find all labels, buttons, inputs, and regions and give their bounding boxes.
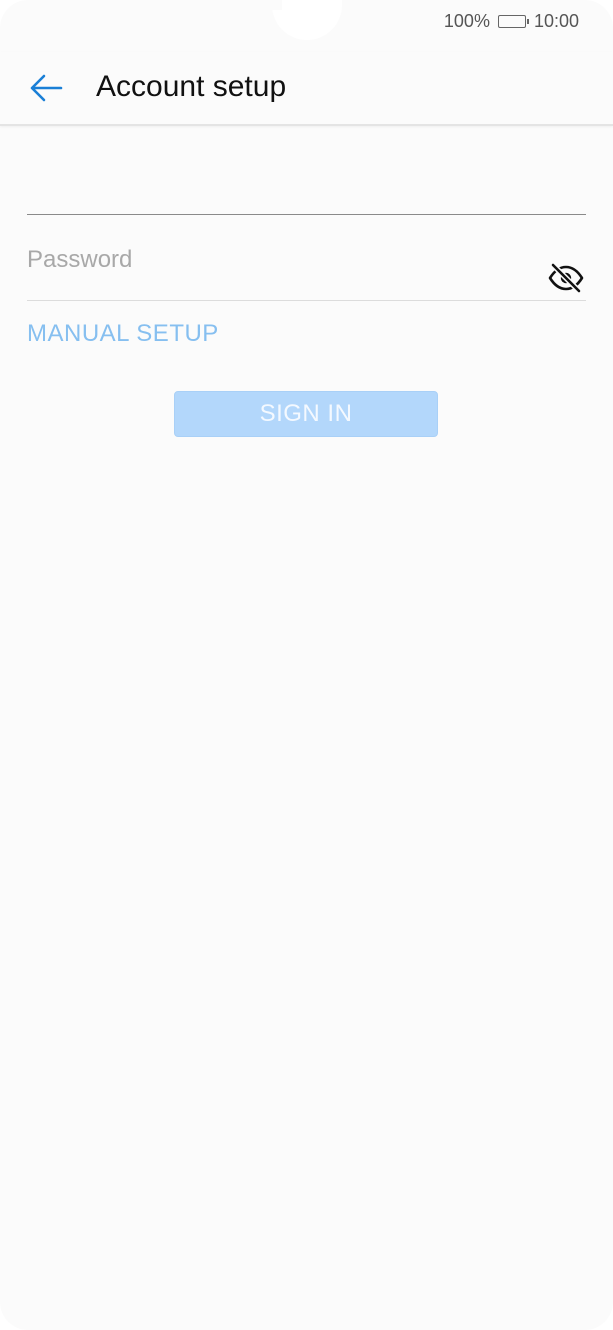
eye-off-icon bbox=[548, 262, 584, 294]
screen: 100% 10:00 Account setup MANUAL SETUP SI… bbox=[0, 0, 613, 1330]
back-button[interactable] bbox=[24, 66, 68, 110]
password-input[interactable] bbox=[27, 240, 527, 280]
password-visibility-toggle[interactable] bbox=[546, 260, 586, 296]
status-bar: 100% 10:00 bbox=[0, 0, 613, 44]
battery-icon bbox=[497, 15, 529, 28]
arrow-left-icon bbox=[30, 74, 63, 102]
manual-setup-link[interactable]: MANUAL SETUP bbox=[27, 320, 219, 348]
sign-in-button[interactable]: SIGN IN bbox=[174, 391, 438, 437]
page-title: Account setup bbox=[96, 70, 287, 103]
clock: 10:00 bbox=[533, 11, 579, 31]
app-bar: Account setup bbox=[0, 52, 613, 126]
status-indicators: 100% 10:00 bbox=[444, 11, 579, 32]
battery-percent: 100% bbox=[443, 11, 490, 31]
email-field[interactable] bbox=[27, 160, 590, 216]
email-input[interactable] bbox=[27, 160, 590, 216]
password-field[interactable] bbox=[27, 236, 586, 301]
